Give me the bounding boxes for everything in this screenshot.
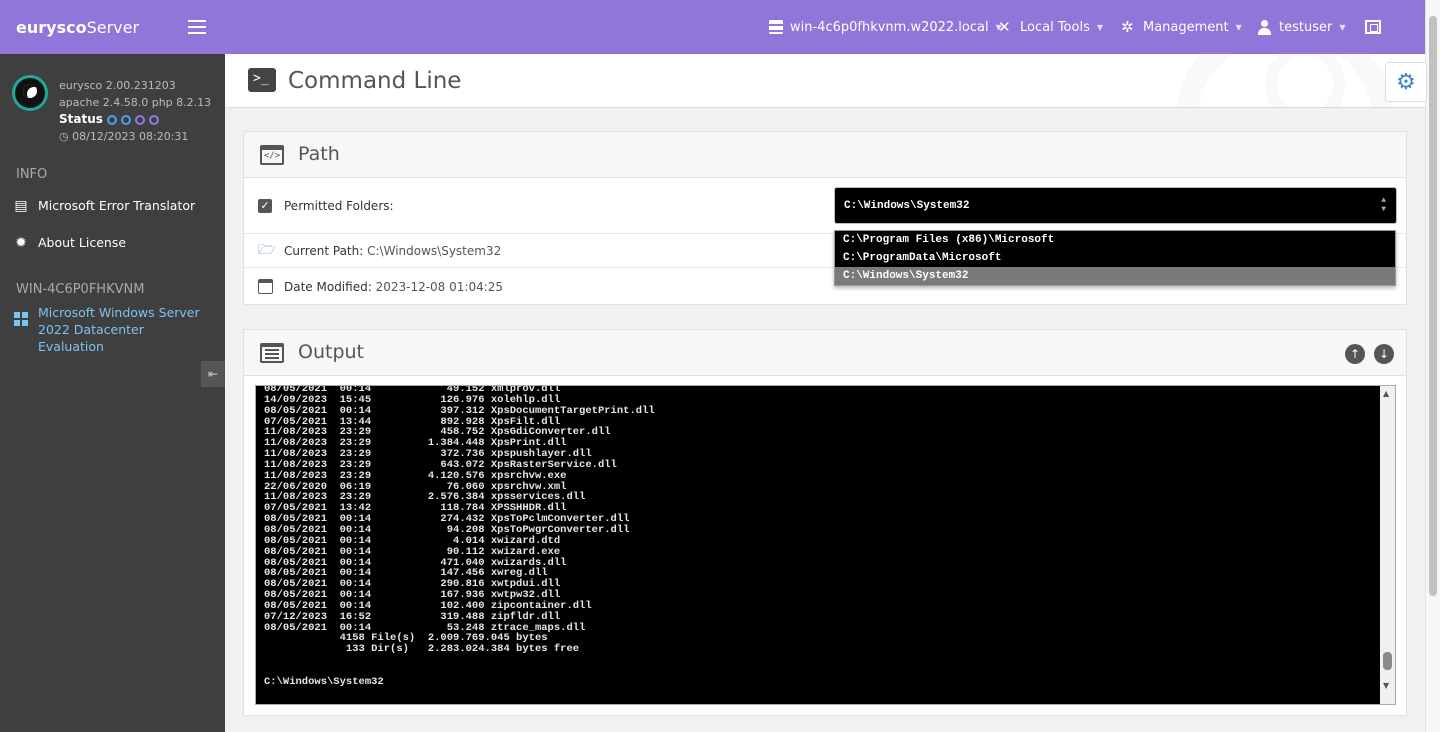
timestamp: ◷ 08/12/2023 08:20:31 xyxy=(59,130,189,143)
folder-dropdown-list: C:\Program Files (x86)\Microsoft C:\Prog… xyxy=(834,230,1396,286)
terminal-scroll-thumb[interactable] xyxy=(1383,652,1392,670)
sidebar-item-error-translator[interactable]: ▤ Microsoft Error Translator xyxy=(14,198,195,213)
sidebar: euryscoServer eurysco 2.00.231203 apache… xyxy=(0,0,225,732)
gears-icon: ✲ xyxy=(1121,17,1134,36)
select-arrows-icon: ▲ ▼ xyxy=(1381,196,1386,214)
clipboard-icon: ▤ xyxy=(14,197,28,214)
fullscreen-icon xyxy=(1365,20,1381,34)
user-menu[interactable]: testuser ▼ xyxy=(1257,0,1345,54)
status-online-icon[interactable] xyxy=(106,114,117,125)
folder-option[interactable]: C:\Program Files (x86)\Microsoft xyxy=(835,231,1395,249)
folder-open-icon: 🗁 xyxy=(258,241,276,258)
fullscreen-button[interactable] xyxy=(1365,0,1381,54)
top-navbar: win-4c6p0fhkvnm.w2022.local ▼ ✕ Local To… xyxy=(225,0,1425,54)
path-panel-header: </> Path xyxy=(244,132,1406,178)
sidebar-item-about-license[interactable]: ✹ About License xyxy=(14,235,126,250)
stack-text: apache 2.4.58.0 php 8.2.13 xyxy=(59,96,212,109)
permitted-folders-label: Permitted Folders: xyxy=(284,199,394,213)
version-text: eurysco 2.00.231203 xyxy=(59,79,176,92)
scroll-top-icon[interactable]: ↑ xyxy=(1345,344,1365,364)
status-sync-icon[interactable] xyxy=(120,114,131,125)
collapse-sidebar-icon[interactable]: ⇤ xyxy=(201,361,225,387)
server-icon xyxy=(769,20,783,34)
status-service-icon[interactable] xyxy=(134,114,145,125)
host-menu[interactable]: win-4c6p0fhkvnm.w2022.local ▼ xyxy=(769,0,1002,54)
windows-icon xyxy=(14,312,28,326)
clock-icon: ◷ xyxy=(59,130,73,143)
brand-logo[interactable]: euryscoServer xyxy=(16,18,139,37)
settings-button[interactable]: ⚙ xyxy=(1385,62,1427,102)
terminal-icon: >_ xyxy=(248,68,276,92)
user-icon xyxy=(1257,19,1272,35)
profile-info: eurysco 2.00.231203 apache 2.4.58.0 php … xyxy=(59,77,211,145)
scroll-down-icon[interactable]: ▼ xyxy=(1383,681,1389,690)
local-tools-menu[interactable]: ✕ Local Tools ▼ xyxy=(998,0,1103,54)
checkbox-icon[interactable]: ✓ xyxy=(258,199,272,213)
chevron-down-icon: ▼ xyxy=(1096,22,1104,32)
folder-select[interactable]: C:\Windows\System32 ▲ ▼ xyxy=(834,187,1397,224)
page-header: >_ Command Line ⚙ xyxy=(225,54,1427,108)
date-modified-value: 2023-12-08 01:04:25 xyxy=(375,279,504,294)
scroll-up-icon[interactable]: ▲ xyxy=(1383,389,1389,398)
badge-icon: ✹ xyxy=(15,234,27,251)
list-window-icon xyxy=(260,343,284,363)
status-label: Status xyxy=(59,112,103,126)
status-row: Status xyxy=(59,111,211,128)
folder-option-selected[interactable]: C:\Windows\System32 xyxy=(835,267,1395,285)
output-panel-header: Output ↑ ↓ xyxy=(244,330,1406,376)
host-heading: WIN-4C6P0FHKVNM xyxy=(16,282,145,297)
sidebar-item-os[interactable]: Microsoft Windows Server 2022 Datacenter… xyxy=(14,304,202,355)
background-decoration xyxy=(925,54,1425,108)
page-title: Command Line xyxy=(288,68,462,94)
hamburger-icon[interactable] xyxy=(186,17,208,37)
page-scrollbar[interactable] xyxy=(1425,0,1440,732)
code-window-icon: </> xyxy=(260,145,284,165)
wrench-icon: ✕ xyxy=(998,17,1011,36)
gear-icon: ⚙ xyxy=(1396,69,1416,95)
avatar xyxy=(12,75,48,111)
calendar-icon xyxy=(258,279,273,294)
chevron-down-icon: ▼ xyxy=(1235,22,1242,32)
folder-option[interactable]: C:\ProgramData\Microsoft xyxy=(835,249,1395,267)
management-menu[interactable]: ✲ Management ▼ xyxy=(1121,0,1242,54)
output-text: 08/05/2021 00:14 49.152 xmlprov.dll 14/0… xyxy=(264,385,655,688)
path-panel-title: Path xyxy=(298,143,340,165)
terminal-scrollbar[interactable]: ▲ ▼ xyxy=(1380,386,1395,704)
output-panel: Output ↑ ↓ 08/05/2021 00:14 49.152 xmlpr… xyxy=(243,329,1407,716)
output-panel-title: Output xyxy=(298,341,364,363)
info-heading: INFO xyxy=(16,167,48,182)
current-path-value: C:\Windows\System32 xyxy=(367,243,502,258)
scroll-bottom-icon[interactable]: ↓ xyxy=(1374,344,1394,364)
chevron-down-icon: ▼ xyxy=(1339,22,1346,32)
output-terminal[interactable]: 08/05/2021 00:14 49.152 xmlprov.dll 14/0… xyxy=(255,385,1396,705)
status-refresh-icon[interactable] xyxy=(148,114,159,125)
